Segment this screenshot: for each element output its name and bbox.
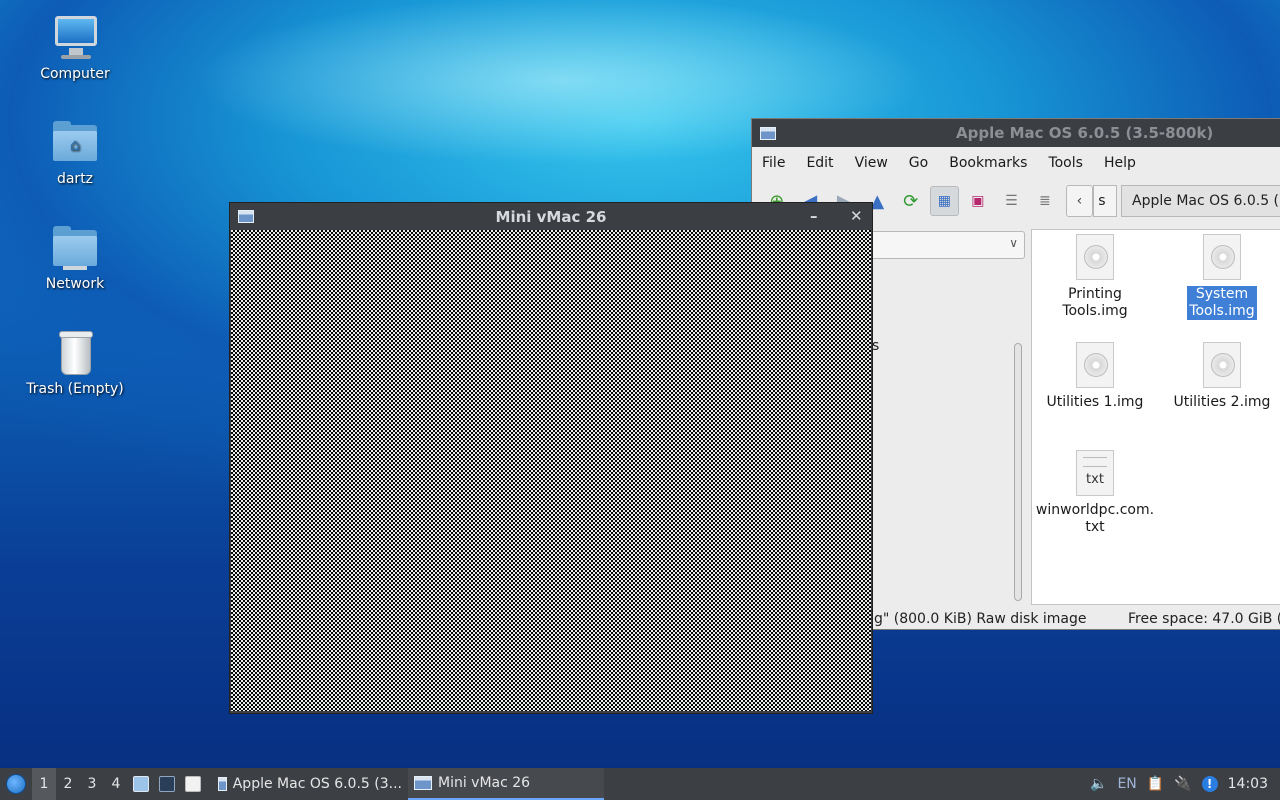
desktop-icon-trash[interactable]: Trash (Empty): [20, 329, 130, 397]
start-menu-icon: [6, 774, 26, 794]
show-desktop-button[interactable]: [180, 768, 206, 800]
file-manager-icon: [133, 776, 149, 792]
menu-file[interactable]: File: [762, 155, 785, 171]
menubar: File Edit View Go Bookmarks Tools Help: [752, 147, 1280, 179]
file-manager-titlebar[interactable]: Apple Mac OS 6.0.5 (3.5-800k): [752, 119, 1280, 147]
desktop-icon-label: Network: [45, 276, 105, 292]
thumbnail-view-icon[interactable]: ▣: [963, 186, 993, 216]
close-button[interactable]: ✕: [850, 207, 863, 225]
disk-image-icon: [1076, 342, 1114, 388]
menu-help[interactable]: Help: [1104, 155, 1136, 171]
minimize-button[interactable]: –: [810, 207, 818, 225]
side-pane-item[interactable]: s: [872, 338, 879, 354]
compact-view-icon[interactable]: ☰: [997, 186, 1027, 216]
disk-image-icon: [1203, 342, 1241, 388]
emulator-screen[interactable]: [231, 230, 871, 711]
status-selection-info: g" (800.0 KiB) Raw disk image: [874, 611, 1087, 627]
desktop-icon-dartz[interactable]: ⌂ dartz: [20, 119, 130, 187]
mini-vmac-titlebar[interactable]: Mini vMac 26 – ✕: [230, 203, 872, 230]
desktop-icon-label: Trash (Empty): [26, 381, 124, 397]
system-tray: 🔈 EN 📋 🔌 ! 14:03: [1090, 768, 1280, 800]
window-title: Mini vMac 26: [495, 207, 607, 226]
workspace-1[interactable]: 1: [32, 768, 56, 800]
menu-go[interactable]: Go: [909, 155, 928, 171]
desktop-icon-network[interactable]: Network: [20, 224, 130, 292]
breadcrumb-left-arrow[interactable]: ‹: [1065, 185, 1094, 217]
desktop-icon-computer[interactable]: Computer: [20, 14, 130, 82]
window-icon: [238, 210, 254, 223]
menu-tools[interactable]: Tools: [1048, 155, 1083, 171]
trash-icon: [51, 329, 99, 377]
file-name: winworldpc.com. txt: [1035, 502, 1155, 535]
file-name: Printing Tools.img: [1062, 286, 1128, 319]
breadcrumb-item[interactable]: s: [1093, 185, 1118, 217]
menu-view[interactable]: View: [855, 155, 888, 171]
workspace-3[interactable]: 3: [80, 768, 104, 800]
task-label: Apple Mac OS 6.0.5 (3...: [232, 776, 402, 792]
file-item-selected[interactable]: System Tools.img: [1162, 234, 1280, 320]
breadcrumb-current[interactable]: Apple Mac OS 6.0.5 (: [1121, 185, 1280, 217]
network-icon: [51, 224, 99, 272]
chevron-down-icon: ∨: [1009, 236, 1018, 250]
update-notifier-icon[interactable]: !: [1201, 776, 1218, 792]
text-file-icon: txt: [1076, 450, 1114, 496]
menu-edit[interactable]: Edit: [806, 155, 833, 171]
computer-icon: [51, 14, 99, 62]
mini-vmac-window: Mini vMac 26 – ✕: [229, 202, 873, 714]
file-manager-launcher[interactable]: [128, 768, 154, 800]
side-pane-scrollbar[interactable]: [1014, 343, 1022, 601]
detailed-list-icon[interactable]: ≣: [1030, 186, 1060, 216]
disk-image-icon: [1076, 234, 1114, 280]
start-menu-button[interactable]: [0, 768, 32, 800]
clock[interactable]: 14:03: [1228, 776, 1268, 792]
window-icon: [414, 776, 432, 790]
file-view: Printing Tools.img System Tools.img Utilit…: [1031, 229, 1280, 605]
icon-view-icon[interactable]: ▦: [929, 186, 960, 216]
taskbar: 1 2 3 4 Apple Mac OS 6.0.5 (3... Mini vM…: [0, 768, 1280, 800]
reload-icon[interactable]: ⟳: [896, 186, 926, 216]
volume-icon[interactable]: 🔈: [1090, 776, 1107, 792]
window-icon: [218, 777, 227, 791]
window-icon: [760, 126, 776, 140]
workspace-2[interactable]: 2: [56, 768, 80, 800]
terminal-icon: [159, 776, 175, 792]
clipboard-icon[interactable]: 📋: [1147, 776, 1164, 792]
task-file-manager[interactable]: Apple Mac OS 6.0.5 (3...: [212, 768, 408, 800]
desktop-icon-label: Computer: [40, 66, 110, 82]
file-name: Utilities 1.img: [1046, 394, 1144, 410]
file-name: Utilities 2.img: [1173, 394, 1271, 410]
status-free-space: Free space: 47.0 GiB (T: [1128, 611, 1280, 627]
menu-bookmarks[interactable]: Bookmarks: [949, 155, 1027, 171]
keyboard-layout[interactable]: EN: [1117, 776, 1136, 792]
desktop-icon-label: dartz: [56, 171, 94, 187]
workspace-4[interactable]: 4: [104, 768, 128, 800]
task-mini-vmac[interactable]: Mini vMac 26: [408, 768, 604, 800]
file-item[interactable]: Utilities 1.img: [1035, 342, 1155, 411]
disk-image-icon: [1203, 234, 1241, 280]
terminal-launcher[interactable]: [154, 768, 180, 800]
desktop-icon: [185, 776, 201, 792]
file-item[interactable]: Printing Tools.img: [1035, 234, 1155, 320]
network-manager-icon[interactable]: 🔌: [1174, 776, 1191, 792]
window-title: Apple Mac OS 6.0.5 (3.5-800k): [956, 124, 1214, 142]
file-item[interactable]: txt winworldpc.com. txt: [1035, 450, 1155, 536]
file-item[interactable]: Utilities 2.img: [1162, 342, 1280, 411]
task-label: Mini vMac 26: [438, 775, 531, 791]
file-name: System Tools.img: [1187, 286, 1257, 320]
home-folder-icon: ⌂: [51, 119, 99, 167]
